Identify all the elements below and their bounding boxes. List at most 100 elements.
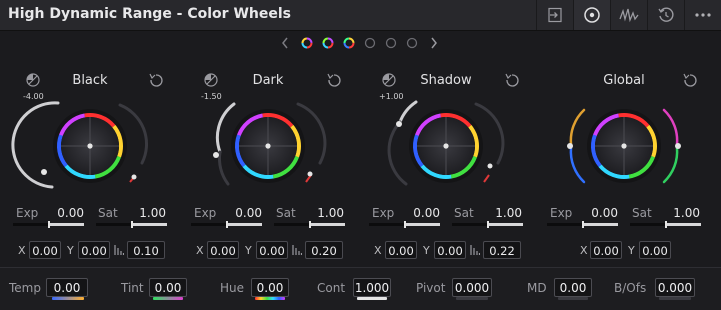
cont-field[interactable]: 1.000 <box>353 278 391 297</box>
page-dot-empty-2[interactable] <box>385 37 397 49</box>
zone-icon[interactable] <box>26 73 40 87</box>
page-dot-color-3[interactable] <box>343 37 355 49</box>
exp-label: Exp <box>194 206 217 220</box>
bofs-indicator <box>659 297 691 300</box>
tint-field[interactable]: 0.00 <box>149 278 187 297</box>
sat-value[interactable]: 1.00 <box>662 206 700 220</box>
page-dot-color-2[interactable] <box>322 37 334 49</box>
y-label: Y <box>245 244 252 257</box>
md-indicator <box>558 297 588 300</box>
page-prev-icon[interactable] <box>282 37 288 49</box>
exp-slider[interactable] <box>191 221 262 228</box>
falloff-icon <box>292 245 302 255</box>
falloff-field[interactable]: 0.20 <box>305 241 343 259</box>
wheel-global: Global Exp 0.00 Sat 1.00 X 0.00 Y 0.00 <box>534 64 714 264</box>
zone-icon[interactable] <box>204 73 218 87</box>
falloff-icon <box>470 245 480 255</box>
exp-value[interactable]: 0.00 <box>580 206 618 220</box>
x-field[interactable]: 0.00 <box>590 241 622 259</box>
y-label: Y <box>423 244 430 257</box>
pivot-label: Pivot <box>416 281 446 295</box>
y-field[interactable]: 0.00 <box>639 241 671 259</box>
sat-slider[interactable] <box>452 221 523 228</box>
waveform-mode-icon[interactable] <box>610 0 647 30</box>
y-label: Y <box>628 244 635 257</box>
cont-indicator <box>357 297 387 300</box>
sat-slider[interactable] <box>274 221 345 228</box>
more-options-icon[interactable] <box>684 0 721 30</box>
x-field[interactable]: 0.00 <box>385 241 417 259</box>
sat-label: Sat <box>632 206 652 220</box>
page-next-icon[interactable] <box>431 37 437 49</box>
exp-slider[interactable] <box>547 221 618 228</box>
sat-label: Sat <box>98 206 118 220</box>
temp-label: Temp <box>9 281 41 295</box>
sat-slider[interactable] <box>630 221 701 228</box>
reset-icon[interactable] <box>327 73 341 87</box>
y-field[interactable]: 0.00 <box>256 241 288 259</box>
wheel-dark: Dark -1.50 Exp 0.00 Sat 1.00 X 0.00 Y 0.… <box>178 64 358 264</box>
zone-knob[interactable] <box>396 121 402 127</box>
hue-field[interactable]: 0.00 <box>251 278 289 297</box>
reset-icon[interactable] <box>505 73 519 87</box>
x-field[interactable]: 0.00 <box>207 241 239 259</box>
bofs-field[interactable]: 0.000 <box>655 278 695 297</box>
exp-value[interactable]: 0.00 <box>46 206 84 220</box>
zone-arc[interactable] <box>398 100 418 124</box>
pivot-field[interactable]: 0.000 <box>452 278 492 297</box>
falloff-field[interactable]: 0.22 <box>483 241 521 259</box>
sat-value[interactable]: 1.00 <box>128 206 166 220</box>
sat-slider[interactable] <box>96 221 167 228</box>
exp-slider[interactable] <box>369 221 440 228</box>
zone-knob[interactable] <box>41 169 47 175</box>
bottom-adjustments-bar: Temp 0.00 Tint 0.00 Hue 0.00 Cont 1.000 … <box>0 267 721 310</box>
wheel-center-dot[interactable] <box>87 143 93 149</box>
y-field[interactable]: 0.00 <box>434 241 466 259</box>
reset-icon[interactable] <box>149 73 163 87</box>
zone-knob[interactable] <box>213 152 219 158</box>
left-arc[interactable] <box>569 108 586 146</box>
exp-value[interactable]: 0.00 <box>402 206 440 220</box>
page-dot-empty-3[interactable] <box>406 37 418 49</box>
cont-label: Cont <box>317 281 346 295</box>
wheel-center-dot[interactable] <box>443 143 449 149</box>
x-label: X <box>18 244 26 257</box>
wheel-center-dot[interactable] <box>621 143 627 149</box>
wheel-black: Black -4.00 Exp 0.00 Sat 1.00 X 0.00 Y 0… <box>0 64 180 264</box>
x-label: X <box>580 244 588 257</box>
reset-history-icon[interactable] <box>647 0 684 30</box>
temp-field[interactable]: 0.00 <box>46 278 88 297</box>
page-dot-empty-1[interactable] <box>364 37 376 49</box>
color-wheel[interactable] <box>534 64 714 264</box>
zone-icon[interactable] <box>382 73 396 87</box>
sat-value[interactable]: 1.00 <box>484 206 522 220</box>
bofs-label: B/Ofs <box>614 281 647 295</box>
y-field[interactable]: 0.00 <box>78 241 110 259</box>
exp-slider[interactable] <box>13 221 84 228</box>
zone-value: -1.50 <box>201 92 222 101</box>
md-field[interactable]: 0.00 <box>554 278 592 297</box>
zone-arc[interactable] <box>11 101 60 189</box>
exp-value[interactable]: 0.00 <box>224 206 262 220</box>
reset-icon[interactable] <box>683 73 697 87</box>
y-label: Y <box>67 244 74 257</box>
wheel-center-dot[interactable] <box>265 143 271 149</box>
panel-header: High Dynamic Range - Color Wheels <box>0 0 721 31</box>
pivot-indicator <box>456 297 488 300</box>
hue-label: Hue <box>220 281 245 295</box>
right-arc[interactable] <box>662 108 679 146</box>
tint-gradient <box>153 297 183 300</box>
tint-label: Tint <box>121 281 144 295</box>
x-field[interactable]: 0.00 <box>29 241 61 259</box>
sat-label: Sat <box>276 206 296 220</box>
x-label: X <box>374 244 382 257</box>
md-label: MD <box>527 281 547 295</box>
export-icon[interactable] <box>536 0 573 30</box>
page-dot-color-1[interactable] <box>301 37 313 49</box>
sat-value[interactable]: 1.00 <box>306 206 344 220</box>
color-wheels-mode-icon[interactable] <box>573 0 610 30</box>
falloff-field[interactable]: 0.10 <box>127 241 165 259</box>
x-label: X <box>196 244 204 257</box>
zone-value: -4.00 <box>23 92 44 101</box>
wheel-shadow: Shadow +1.00 Exp 0.00 Sat 1.00 X 0.00 Y … <box>356 64 536 264</box>
